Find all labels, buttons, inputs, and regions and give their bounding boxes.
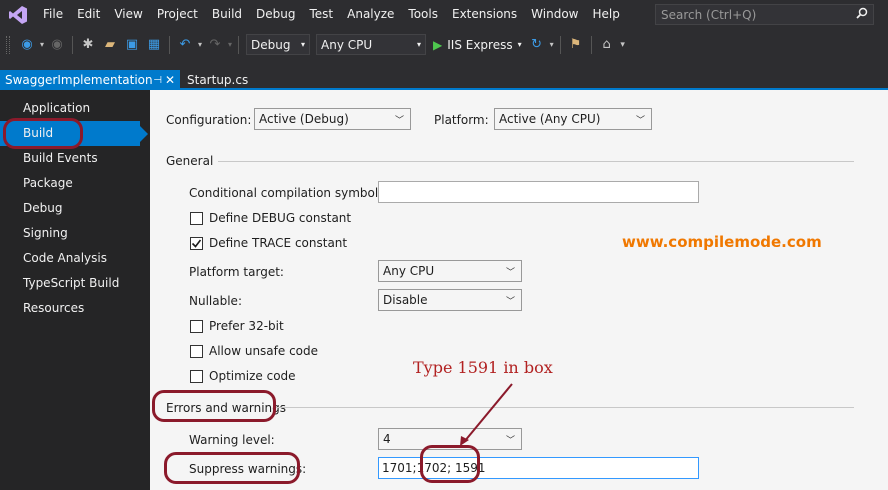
new-project-icon[interactable]: ✱ bbox=[77, 34, 99, 56]
allow-unsafe-label: Allow unsafe code bbox=[209, 344, 319, 358]
configuration-combo[interactable]: Active (Debug) ﹀ bbox=[254, 108, 411, 130]
back-icon[interactable]: ◉ bbox=[16, 34, 38, 56]
document-tab-row: SwaggerImplementation ⊣ ✕ Startup.cs bbox=[0, 60, 888, 90]
allow-unsafe-checkbox[interactable] bbox=[190, 345, 203, 358]
menu-item-edit[interactable]: Edit bbox=[70, 0, 107, 29]
project-properties-nav: Application Build Build Events Package D… bbox=[0, 90, 150, 490]
optimize-code-checkbox[interactable] bbox=[190, 370, 203, 383]
highlight-ring-suppress bbox=[164, 452, 300, 484]
tab-startup-cs[interactable]: Startup.cs bbox=[185, 70, 250, 90]
chevron-down-icon: ▾ bbox=[517, 40, 522, 49]
dropdown-small-icon[interactable]: ▾ bbox=[548, 34, 556, 56]
warning-level-label: Warning level: bbox=[189, 433, 275, 447]
chevron-down-icon: ▾ bbox=[300, 40, 305, 49]
define-debug-label: Define DEBUG constant bbox=[209, 211, 352, 225]
play-icon: ▶ bbox=[433, 37, 443, 52]
home-icon[interactable]: ⌂ bbox=[596, 34, 618, 56]
visual-studio-logo-icon[interactable] bbox=[0, 0, 36, 29]
menu-item-test[interactable]: Test bbox=[302, 0, 340, 29]
search-placeholder: Search (Ctrl+Q) bbox=[661, 7, 757, 22]
checkmark-icon bbox=[191, 239, 202, 248]
selected-arrow-icon bbox=[140, 126, 148, 142]
nav-item-build-events[interactable]: Build Events bbox=[0, 146, 150, 171]
nullable-label: Nullable: bbox=[189, 294, 242, 308]
conditional-symbols-label: Conditional compilation symbols: bbox=[189, 186, 389, 200]
highlight-ring-1591 bbox=[420, 445, 480, 483]
highlight-ring-errors bbox=[152, 390, 276, 422]
toolbar-overflow-icon[interactable]: ▾ bbox=[618, 34, 628, 56]
nav-item-debug[interactable]: Debug bbox=[0, 196, 150, 221]
close-icon[interactable]: ✕ bbox=[165, 73, 175, 87]
prefer-32bit-label: Prefer 32-bit bbox=[209, 319, 284, 333]
configuration-label: Configuration: bbox=[166, 113, 252, 127]
nav-item-resources[interactable]: Resources bbox=[0, 296, 150, 321]
dropdown-small-icon[interactable]: ▾ bbox=[226, 34, 234, 56]
prefer-32bit-checkbox[interactable] bbox=[190, 320, 203, 333]
instruction-note: Type 1591 in box bbox=[413, 358, 553, 377]
tab-swagger-implementation[interactable]: SwaggerImplementation ⊣ ✕ bbox=[0, 70, 180, 90]
nav-item-signing[interactable]: Signing bbox=[0, 221, 150, 246]
define-trace-label: Define TRACE constant bbox=[209, 236, 348, 250]
chevron-down-icon: ﹀ bbox=[394, 115, 404, 126]
nullable-combo[interactable]: Disable ﹀ bbox=[378, 289, 522, 311]
menu-item-window[interactable]: Window bbox=[524, 0, 585, 29]
menu-item-debug[interactable]: Debug bbox=[249, 0, 302, 29]
platform-target-label: Platform target: bbox=[189, 265, 284, 279]
general-section-header: General bbox=[166, 154, 214, 168]
refresh-icon[interactable]: ↻ bbox=[526, 34, 548, 56]
dropdown-small-icon[interactable]: ▾ bbox=[196, 34, 204, 56]
chevron-down-icon: ﹀ bbox=[505, 296, 515, 307]
highlight-ring-build bbox=[3, 118, 83, 149]
platform-target-combo[interactable]: Any CPU ﹀ bbox=[378, 260, 522, 282]
optimize-code-label: Optimize code bbox=[209, 369, 296, 383]
build-properties-panel: Configuration: Active (Debug) ﹀ Platform:… bbox=[150, 90, 888, 490]
menu-item-view[interactable]: View bbox=[107, 0, 149, 29]
forward-icon[interactable]: ◉ bbox=[46, 34, 68, 56]
chevron-down-icon: ▾ bbox=[416, 40, 421, 49]
browser-link-icon[interactable]: ⚑ bbox=[565, 34, 587, 56]
solution-config-combo[interactable]: Debug ▾ bbox=[246, 34, 310, 55]
chevron-down-icon: ﹀ bbox=[635, 115, 645, 126]
menu-item-project[interactable]: Project bbox=[150, 0, 205, 29]
nav-item-code-analysis[interactable]: Code Analysis bbox=[0, 246, 150, 271]
conditional-symbols-input[interactable] bbox=[378, 181, 699, 203]
chevron-down-icon: ﹀ bbox=[505, 267, 515, 278]
pointer-arrow-icon bbox=[460, 383, 513, 446]
redo-icon[interactable]: ↷ bbox=[204, 34, 226, 56]
standard-toolbar: ◉ ▾ ◉ ✱ ▰ ▣ ▦ ↶ ▾ ↷ ▾ Debug ▾ Any CPU ▾ ▶ … bbox=[0, 29, 888, 60]
save-all-icon[interactable]: ▦ bbox=[143, 34, 165, 56]
platform-combo[interactable]: Active (Any CPU) ﹀ bbox=[494, 108, 652, 130]
search-box[interactable]: Search (Ctrl+Q) bbox=[655, 4, 874, 25]
toolbar-grip[interactable] bbox=[6, 35, 10, 54]
solution-platform-combo[interactable]: Any CPU ▾ bbox=[316, 34, 426, 55]
pin-icon[interactable]: ⊣ bbox=[153, 75, 162, 86]
undo-icon[interactable]: ↶ bbox=[174, 34, 196, 56]
menu-bar: File Edit View Project Build Debug Test Analyze… bbox=[0, 0, 888, 29]
dropdown-small-icon[interactable]: ▾ bbox=[38, 34, 46, 56]
nav-item-package[interactable]: Package bbox=[0, 171, 150, 196]
define-trace-checkbox[interactable] bbox=[190, 237, 203, 250]
watermark-text: www.compilemode.com bbox=[622, 233, 822, 251]
define-debug-checkbox[interactable] bbox=[190, 212, 203, 225]
menu-item-tools[interactable]: Tools bbox=[401, 0, 445, 29]
menu-item-analyze[interactable]: Analyze bbox=[340, 0, 401, 29]
save-icon[interactable]: ▣ bbox=[121, 34, 143, 56]
open-folder-icon[interactable]: ▰ bbox=[99, 34, 121, 56]
search-icon bbox=[856, 7, 868, 22]
nav-item-typescript-build[interactable]: TypeScript Build bbox=[0, 271, 150, 296]
menu-item-file[interactable]: File bbox=[36, 0, 70, 29]
menu-item-help[interactable]: Help bbox=[585, 0, 626, 29]
run-button[interactable]: ▶ IIS Express ▾ bbox=[429, 38, 526, 52]
platform-label: Platform: bbox=[434, 113, 489, 127]
menu-item-extensions[interactable]: Extensions bbox=[445, 0, 524, 29]
menu-item-build[interactable]: Build bbox=[205, 0, 249, 29]
